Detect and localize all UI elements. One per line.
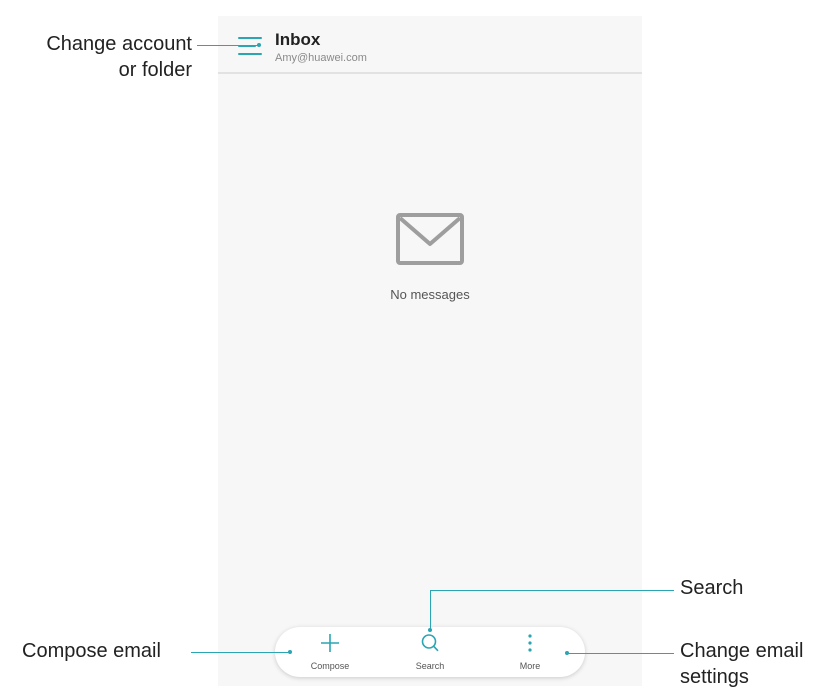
leader-dot [428,628,432,632]
leader-dot [565,651,569,655]
leader-line [430,590,431,630]
leader-line [197,45,259,46]
leader-dot [257,43,261,47]
callout-search: Search [680,577,744,599]
empty-state-text: No messages [390,287,470,302]
leader-line [191,652,290,653]
email-app-screen: Inbox Amy@huawei.com No messages Compose… [218,16,642,686]
account-email: Amy@huawei.com [275,52,367,64]
compose-button[interactable]: Compose [290,627,370,677]
search-button[interactable]: Search [390,627,470,677]
plus-icon [321,634,339,652]
callout-text-line: Change account [46,33,192,55]
search-label: Search [415,661,445,671]
callout-text-line: Change email [680,640,804,662]
callout-change-account: Change account or folder [46,31,192,83]
page-title: Inbox [275,30,321,49]
leader-dot [288,650,292,654]
search-icon [421,634,439,652]
app-header: Inbox Amy@huawei.com [218,16,642,74]
leader-line [430,590,674,591]
callout-text-line: settings [680,666,749,688]
callout-text-line: or folder [118,59,192,81]
bottom-toolbar: Compose Search More [275,627,585,677]
leader-line [567,653,674,654]
compose-label: Compose [310,661,350,671]
callout-settings: Change email settings [680,638,803,690]
envelope-icon [396,213,464,265]
more-button[interactable]: More [490,627,570,677]
more-label: More [519,661,541,671]
callout-compose: Compose email [22,640,161,662]
more-vertical-icon [528,634,532,652]
